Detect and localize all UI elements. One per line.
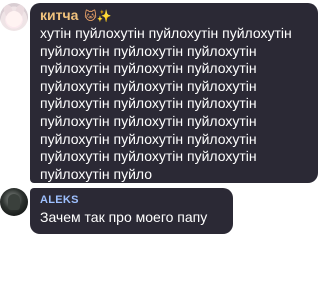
message-text: Зачем так про моего папу bbox=[40, 209, 208, 225]
message-author[interactable]: китча 🐱✨ bbox=[40, 7, 112, 23]
author-name: китча bbox=[40, 7, 79, 23]
message-text: хутін пуйлохутін пуйлохутін пуйлохутін п… bbox=[40, 25, 292, 182]
avatar-figure bbox=[8, 194, 20, 210]
avatar-face bbox=[6, 11, 22, 27]
message-author[interactable]: ALEKS bbox=[40, 194, 79, 206]
sender-avatar-aleks[interactable] bbox=[0, 188, 28, 216]
sparkle-emoji-icon: ✨ bbox=[96, 9, 112, 23]
cat-emoji-icon: 🐱 bbox=[84, 9, 97, 23]
message-bubble[interactable]: китча 🐱✨ хутін пуйлохутін пуйлохутін пуй… bbox=[30, 3, 318, 183]
sender-avatar-kitcha[interactable] bbox=[0, 3, 28, 31]
message-bubble[interactable]: ALEKS Зачем так про моего папу bbox=[30, 188, 233, 234]
